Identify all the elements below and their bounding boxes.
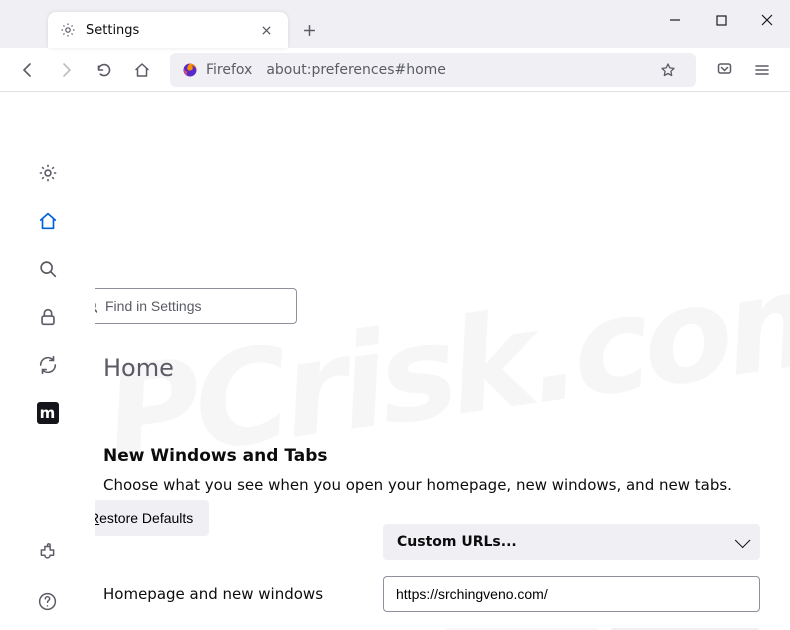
reload-button[interactable] — [88, 54, 120, 86]
homepage-mode-select[interactable]: Custom URLs... — [383, 524, 760, 560]
homepage-label: Homepage and new windows — [103, 585, 363, 603]
identity-label: Firefox — [206, 62, 252, 78]
find-in-settings[interactable] — [95, 288, 297, 324]
nav-toolbar: Firefox about:preferences#home — [0, 48, 790, 92]
close-window-button[interactable] — [744, 0, 790, 40]
section-new-windows-tabs-title: New Windows and Tabs — [103, 446, 760, 466]
sidebar-mozilla-icon[interactable]: m — [37, 402, 59, 424]
url-bar[interactable]: Firefox about:preferences#home — [170, 53, 696, 87]
minimize-button[interactable] — [652, 0, 698, 40]
settings-main: PCrisk.com Home Restore Defaults New Win… — [95, 92, 790, 630]
sidebar-general-icon[interactable] — [37, 162, 59, 184]
window-controls — [652, 0, 790, 48]
section-new-windows-tabs-desc: Choose what you see when you open your h… — [103, 476, 760, 494]
tab-settings[interactable]: Settings — [48, 12, 288, 48]
restore-defaults-button[interactable]: Restore Defaults — [95, 500, 209, 536]
find-input[interactable] — [105, 298, 286, 314]
titlebar: Settings — [0, 0, 790, 48]
sidebar-home-icon[interactable] — [37, 210, 59, 232]
tab-close-button[interactable] — [256, 20, 276, 40]
homepage-url-input[interactable] — [383, 576, 760, 612]
settings-sidebar: m — [0, 92, 95, 630]
app-menu-button[interactable] — [746, 54, 778, 86]
sidebar-extensions-icon[interactable] — [37, 542, 59, 564]
sidebar-sync-icon[interactable] — [37, 354, 59, 376]
sidebar-privacy-icon[interactable] — [37, 306, 59, 328]
bookmark-star-button[interactable] — [652, 54, 684, 86]
forward-button — [50, 54, 82, 86]
homepage-url-row: Homepage and new windows — [103, 576, 760, 612]
page-title: Home — [103, 354, 760, 382]
content-area: m PCrisk.com Home Restore Defaults New W… — [0, 92, 790, 630]
firefox-logo-icon — [182, 62, 198, 78]
search-icon — [95, 299, 97, 314]
back-button[interactable] — [12, 54, 44, 86]
new-tab-button[interactable] — [294, 15, 324, 45]
tab-label: Settings — [86, 23, 246, 38]
save-to-pocket-button[interactable] — [708, 54, 740, 86]
maximize-button[interactable] — [698, 0, 744, 40]
gear-icon — [60, 22, 76, 38]
url-text: about:preferences#home — [266, 62, 446, 78]
sidebar-search-icon[interactable] — [37, 258, 59, 280]
home-button[interactable] — [126, 54, 158, 86]
sidebar-help-icon[interactable] — [37, 590, 59, 612]
